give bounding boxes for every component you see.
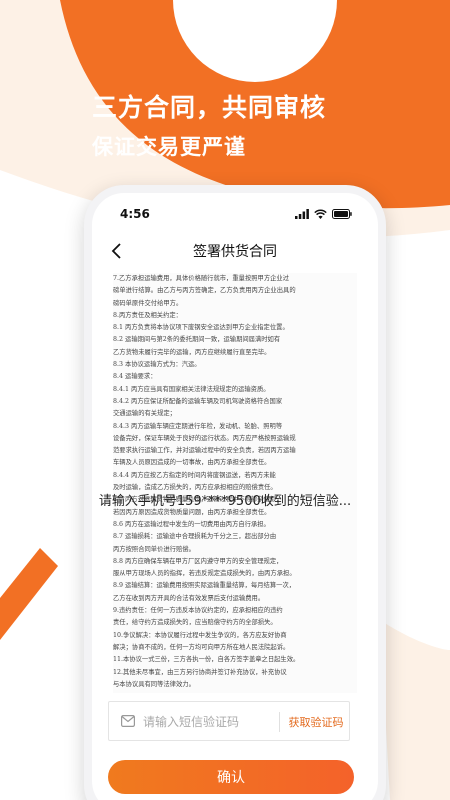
document-line: 交通运输的有关规定； — [113, 410, 176, 418]
document-line: 8.6 丙方在运输过程中发生的一切费用由丙方自行承担。 — [113, 520, 270, 528]
document-line: 8.4.2 丙方应保证所配备的运输车辆及司机驾驶资格符合国家 — [113, 397, 283, 405]
document-line: 9.违约责任：任何一方违反本协议约定的，应承担相应的违约 — [113, 607, 283, 615]
document-line: 解决；协商不成的，任何一方均可向甲方所在地人民法院起诉。 — [113, 643, 290, 651]
status-time: 4:56 — [120, 207, 150, 221]
document-line: 8.1 丙方负责将本协议项下废钢安全运达到甲方企业指定位置。 — [113, 324, 289, 332]
document-line: 7.乙方承担运输费用，具体价格随行就市，重量按照甲方企业过 — [113, 275, 290, 282]
document-line: 8.9 运输结算：运输费用按照实际运输重量结算，每月结算一次， — [113, 582, 296, 590]
wifi-icon — [314, 209, 327, 219]
document-line: 11.本协议一式三份，三方各执一份，自各方签字盖章之日起生效。 — [113, 656, 300, 664]
input-divider — [279, 712, 280, 732]
verification-code-row: 获取验证码 — [108, 701, 350, 741]
document-line: 8.3 本协议运输方式为：汽运。 — [113, 361, 201, 369]
document-line: 设备完好，保证车辆处于良好的运行状态。丙方应严格按照运输规 — [113, 434, 296, 442]
status-icons — [295, 209, 352, 219]
document-line: 范要求执行运输工作，并对运输过程中的安全负责，若因丙方运输 — [113, 447, 296, 455]
page-title: 签署供货合同 — [193, 244, 277, 260]
document-line: 8.丙方责任及相关约定： — [113, 311, 182, 319]
document-line: 10.争议解决：本协议履行过程中发生争议的，各方应友好协商 — [113, 631, 287, 639]
banner-subline: 保证交易更严谨 — [92, 135, 246, 159]
document-line: 磅码单原件交付给甲方。 — [113, 299, 183, 307]
verification-code-input[interactable] — [143, 710, 273, 734]
document-line: 8.8 丙方应确保车辆在甲方厂区内遵守甲方的安全管理规定， — [113, 557, 283, 565]
document-line: 8.4 运输要求： — [113, 373, 157, 381]
nav-bar: 签署供货合同 — [92, 235, 378, 269]
document-line: 磅单进行结算。由乙方与丙方签确定，乙方负责用丙方企业出具的 — [113, 287, 296, 295]
document-line: 乙方货物未履行完毕的运输，丙方应继续履行直至完毕。 — [113, 348, 271, 356]
sms-prompt: 请输入手机号159****9500收到的短信验... — [98, 494, 352, 509]
document-line: 8.4.4 丙方应按乙方指定的时间内将废钢运送，若丙方未能 — [113, 471, 276, 479]
confirm-button[interactable]: 确认 — [108, 760, 354, 794]
document-line: 车辆及人员原因造成的一切事故，由丙方承担全部责任。 — [113, 459, 271, 467]
get-code-button[interactable]: 获取验证码 — [281, 714, 351, 730]
battery-icon — [332, 209, 352, 219]
document-line: 8.7 运输损耗：运输途中合理损耗为千分之三，超出部分由 — [113, 533, 277, 541]
document-line: 8.2 运输期间与第2条的委托期间一致，运输期间届满时如有 — [113, 336, 281, 344]
document-line: 8.4.1 丙方应当具有国家相关法律法规规定的运输资质。 — [113, 385, 270, 393]
mail-icon — [121, 715, 135, 727]
document-line: 12.其他未尽事宜，由三方另行协商并签订补充协议，补充协议 — [113, 668, 287, 676]
banner-headline: 三方合同，共同审核 — [92, 93, 327, 122]
contract-document: 7.乙方承担运输费用，具体价格随行就市，重量按照甲方企业过 磅单进行结算。由乙方与… — [113, 273, 357, 693]
document-line: 责任，给守约方造成损失的，应当赔偿守约方的全部损失。 — [113, 619, 277, 627]
document-line: 与本协议具有同等法律效力。 — [113, 680, 195, 688]
document-line: 服从甲方现场人员的指挥，若违反规定造成损失的，由丙方承担。 — [113, 570, 296, 578]
document-line: 乙方在收到丙方开具的合法有效发票后支付运输费用。 — [113, 594, 265, 602]
document-line: 8.4.3 丙方运输车辆应定期进行年检，发动机、轮胎、照明等 — [113, 422, 283, 430]
status-bar: 4:56 — [92, 193, 378, 235]
document-line: 丙方按照合同单价进行赔偿。 — [113, 545, 195, 553]
signal-icon — [295, 209, 309, 219]
